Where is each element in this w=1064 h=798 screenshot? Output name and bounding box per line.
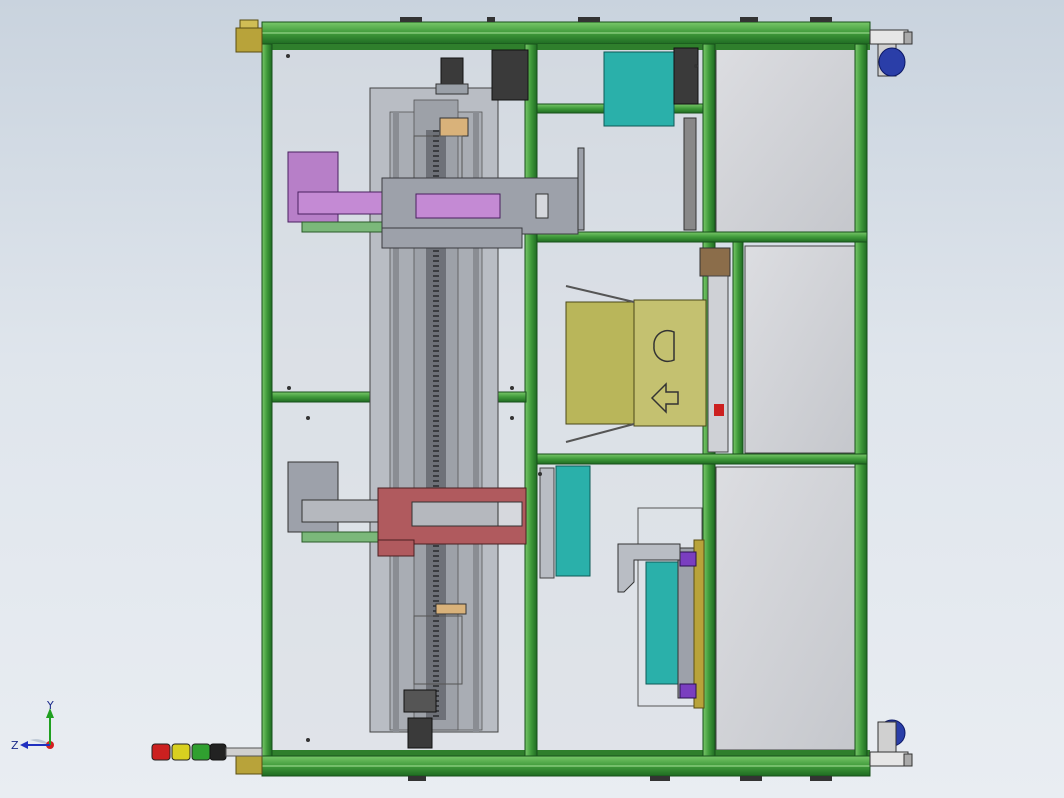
caster-wheel-bottom xyxy=(869,719,913,767)
triad-z-label: Z xyxy=(11,739,19,752)
corner-mount-brackets xyxy=(235,19,263,775)
linear-axis-module xyxy=(369,57,499,749)
caster-wheel-top xyxy=(869,29,913,77)
cad-viewport[interactable]: Y Z xyxy=(0,0,1064,798)
top-frame-rail xyxy=(261,17,871,50)
machine-assembly-drawing: Y Z xyxy=(11,17,913,781)
triad-y-label: Y xyxy=(46,699,54,712)
bottom-frame-rail xyxy=(261,750,871,781)
coordinate-triad: Y Z xyxy=(11,699,54,752)
